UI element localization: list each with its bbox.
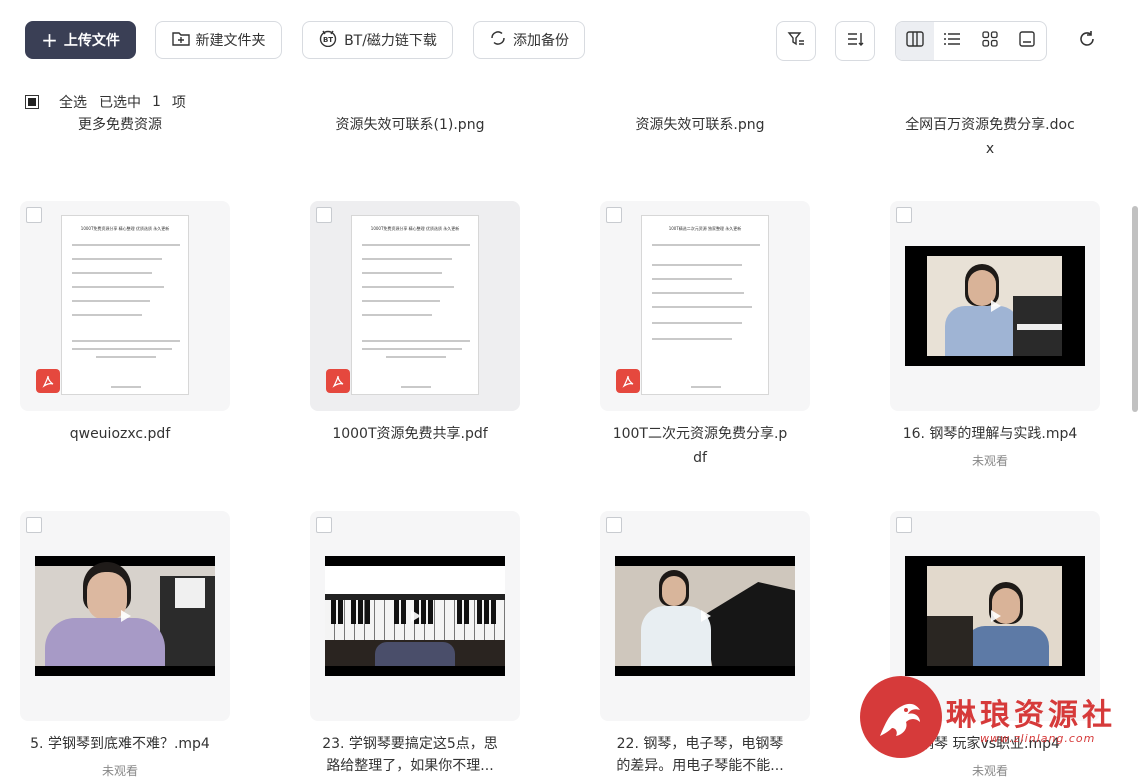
document-thumbnail: 1000T免费资源分享 精心整理 优质选质 永久更新 <box>351 215 479 395</box>
file-card[interactable] <box>20 511 230 721</box>
plus-icon: + <box>41 28 58 52</box>
play-icon <box>411 610 421 622</box>
file-name[interactable]: 22. 钢琴，电子琴，电钢琴 <box>580 733 820 755</box>
selected-unit: 项 <box>171 95 186 111</box>
select-all-label[interactable]: 全选 <box>59 92 87 112</box>
file-name[interactable]: 100T二次元资源免费分享.p <box>580 423 820 445</box>
sort-icon <box>846 30 864 52</box>
file-checkbox[interactable] <box>26 207 42 223</box>
list-icon <box>943 31 961 51</box>
document-thumbnail: 1000T免费资源分享 精心整理 优质选质 永久更新 <box>61 215 189 395</box>
grid-icon <box>982 31 998 51</box>
watermark-logo-icon <box>860 676 942 758</box>
file-card[interactable] <box>310 511 520 721</box>
file-name[interactable]: 23. 学钢琴要搞定这5点，思 <box>290 733 530 755</box>
file-card[interactable] <box>600 511 810 721</box>
file-name[interactable]: 更多免费资源 <box>0 114 240 136</box>
select-all-checkbox[interactable] <box>25 95 39 109</box>
file-card[interactable] <box>890 201 1100 411</box>
pdf-icon <box>616 369 640 393</box>
file-checkbox[interactable] <box>606 207 622 223</box>
doc-title: 100T精选二次元资源 独家整理 永久更新 <box>668 226 742 231</box>
video-thumbnail <box>325 556 505 676</box>
vertical-scrollbar[interactable] <box>1132 206 1138 412</box>
document-thumbnail: 100T精选二次元资源 独家整理 永久更新 <box>641 215 769 395</box>
folder-plus-icon <box>171 30 190 50</box>
selection-bar: 全选 已选中 1 项 <box>25 92 186 112</box>
video-thumbnail <box>35 556 215 676</box>
file-checkbox[interactable] <box>896 517 912 533</box>
selected-label: 已选中 <box>99 95 141 111</box>
file-name[interactable]: qweuiozxc.pdf <box>0 423 240 445</box>
file-name[interactable]: 资源失效可联系(1).png <box>290 114 530 136</box>
pdf-icon <box>326 369 350 393</box>
play-icon <box>991 300 1001 312</box>
refresh-button[interactable] <box>1067 21 1107 61</box>
sync-icon <box>489 29 507 51</box>
bt-download-button[interactable]: BT BT/磁力链下载 <box>302 21 453 59</box>
bt-icon: BT <box>318 29 338 51</box>
file-name[interactable]: 1000T资源免费共享.pdf <box>290 423 530 445</box>
file-checkbox[interactable] <box>606 517 622 533</box>
new-folder-label: 新建文件夹 <box>195 33 266 49</box>
watermark-url: www.zlinlang.com <box>980 732 1096 745</box>
file-name[interactable]: 资源失效可联系.png <box>580 114 820 136</box>
add-backup-button[interactable]: 添加备份 <box>473 21 585 59</box>
svg-text:BT: BT <box>323 36 333 44</box>
pdf-icon <box>36 369 60 393</box>
file-name-continued: 的差异。用电子琴能不能... <box>616 758 784 774</box>
play-icon <box>121 610 131 622</box>
upload-button[interactable]: + 上传文件 <box>25 21 136 59</box>
file-name[interactable]: 全网百万资源免费分享.doc <box>870 114 1110 136</box>
filter-button[interactable] <box>776 21 816 61</box>
file-name-continued: df <box>693 450 707 466</box>
refresh-icon <box>1077 29 1097 53</box>
doc-title: 1000T免费资源分享 精心整理 优质选质 永久更新 <box>370 226 460 231</box>
bt-label: BT/磁力链下载 <box>344 33 437 49</box>
list-view-button[interactable] <box>934 22 972 60</box>
new-folder-button[interactable]: 新建文件夹 <box>155 21 282 59</box>
play-icon <box>991 610 1001 622</box>
preview-view-button[interactable] <box>1009 22 1047 60</box>
filter-icon <box>787 30 805 52</box>
view-mode-group <box>895 21 1047 61</box>
file-checkbox[interactable] <box>316 517 332 533</box>
file-name-continued: 路给整理了，如果你不理... <box>326 758 494 774</box>
watermark: 琳琅资源社 www.zlinlang.com <box>858 676 1140 776</box>
file-checkbox[interactable] <box>316 207 332 223</box>
watermark-text: 琳琅资源社 <box>946 698 1116 733</box>
sort-button[interactable] <box>835 21 875 61</box>
preview-icon <box>1019 31 1035 51</box>
watch-status: 未观看 <box>101 764 138 778</box>
video-thumbnail <box>905 556 1085 676</box>
selected-count: 1 <box>152 94 161 110</box>
file-name[interactable]: 5. 学钢琴到底难不难？.mp4 <box>0 733 240 755</box>
video-thumbnail <box>905 246 1085 366</box>
file-card[interactable]: 100T精选二次元资源 独家整理 永久更新 <box>600 201 810 411</box>
file-name-continued: x <box>985 141 995 157</box>
file-name[interactable]: 16. 钢琴的理解与实践.mp4 <box>870 423 1110 445</box>
file-checkbox[interactable] <box>896 207 912 223</box>
file-checkbox[interactable] <box>26 517 42 533</box>
play-icon <box>701 610 711 622</box>
backup-label: 添加备份 <box>513 33 569 49</box>
columns-view-button[interactable] <box>896 22 934 60</box>
upload-label: 上传文件 <box>63 33 120 49</box>
grid-view-button[interactable] <box>971 22 1009 60</box>
file-card[interactable]: 1000T免费资源分享 精心整理 优质选质 永久更新 <box>310 201 520 411</box>
video-thumbnail <box>615 556 795 676</box>
file-card[interactable]: 1000T免费资源分享 精心整理 优质选质 永久更新 <box>20 201 230 411</box>
toolbar: + 上传文件 新建文件夹 BT BT/磁力链下载 添加备份 <box>0 0 1140 80</box>
columns-icon <box>906 31 924 51</box>
watch-status: 未观看 <box>971 454 1008 468</box>
doc-title: 1000T免费资源分享 精心整理 优质选质 永久更新 <box>80 226 170 231</box>
